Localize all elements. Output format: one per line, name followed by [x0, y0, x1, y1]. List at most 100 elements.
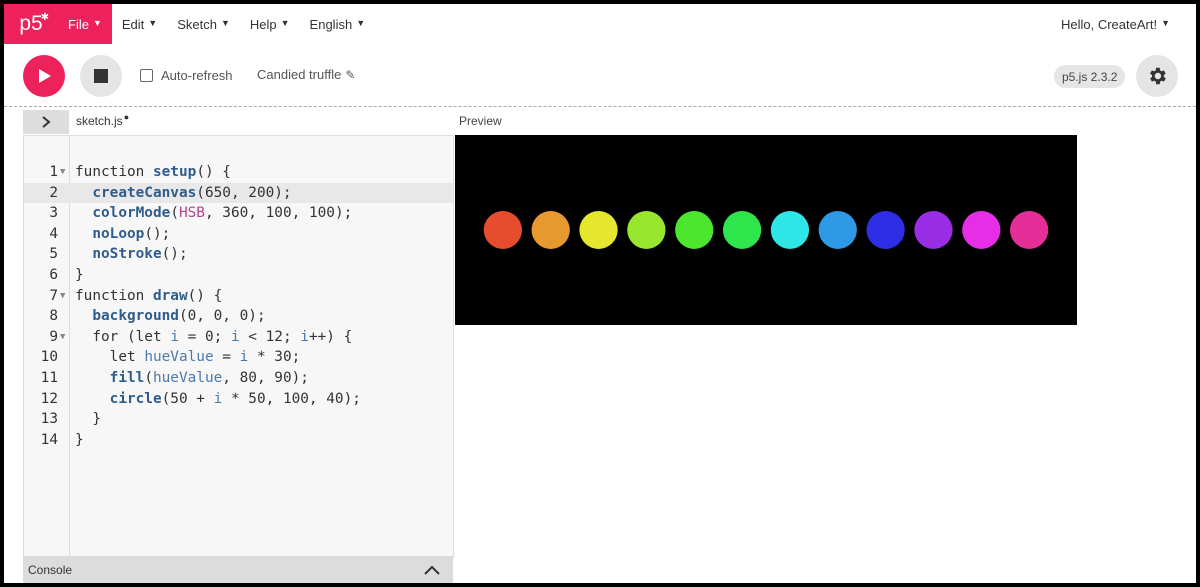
code-text: function draw() {: [75, 286, 222, 307]
sketch-circle: [722, 211, 762, 249]
line-number: 3: [49, 205, 58, 222]
code-token: i: [300, 328, 309, 345]
code-text: }: [75, 409, 101, 430]
menu-help-label: Help: [249, 16, 277, 32]
code-token: * 30;: [248, 349, 301, 366]
code-line[interactable]: 2 createCanvas(650, 200);: [24, 182, 453, 204]
code-text: colorMode(HSB, 360, 100, 100);: [75, 203, 352, 224]
version-text: p5.js 2.3.2: [1062, 69, 1118, 84]
code-token: ++) {: [308, 328, 353, 345]
line-number: 14: [40, 431, 58, 448]
chevron-up-icon[interactable]: [419, 563, 453, 577]
code-token: draw: [152, 287, 188, 304]
code-token: (: [170, 205, 179, 222]
code-text: circle(50 + i * 50, 100, 40);: [75, 389, 361, 410]
code-line[interactable]: 1 ▼ function setup() {: [24, 162, 453, 183]
line-number: 8: [49, 308, 58, 325]
fold-toggle-icon[interactable]: ▼: [60, 162, 65, 183]
console-bar[interactable]: Console: [23, 556, 453, 583]
code-line[interactable]: 9 ▼ for (let i = 0; i < 12; i++) {: [24, 327, 453, 348]
preview-label: Preview: [459, 114, 502, 128]
auto-refresh-toggle[interactable]: Auto-refresh: [140, 68, 233, 83]
code-token: hueValue: [144, 349, 214, 366]
code-editor[interactable]: 1 ▼ function setup() {2 createCanvas(650, …: [23, 135, 454, 558]
fold-toggle-icon[interactable]: ▼: [60, 327, 65, 348]
line-number: 13: [40, 411, 58, 428]
logo-text: p5: [19, 12, 43, 35]
menu-help[interactable]: Help ▼: [240, 4, 300, 44]
auto-refresh-checkbox[interactable]: [140, 69, 153, 82]
stop-button[interactable]: [80, 55, 122, 97]
sketch-circle: [627, 211, 666, 249]
code-token: < 12;: [239, 328, 301, 345]
sketch-circle: [914, 211, 953, 249]
code-text: function setup() {: [75, 162, 231, 183]
code-line[interactable]: 6}: [24, 265, 453, 286]
expand-sidebar-button[interactable]: [23, 110, 69, 134]
code-token: (0, 0, 0);: [178, 308, 266, 325]
code-line[interactable]: 3 colorMode(HSB, 360, 100, 100);: [24, 203, 453, 224]
code-token: ();: [161, 246, 188, 263]
line-number: 7: [49, 287, 58, 304]
code-token: colorMode: [92, 205, 171, 222]
code-token: i: [170, 328, 179, 345]
auto-refresh-label: Auto-refresh: [161, 68, 233, 83]
user-greeting: Hello, CreateArt!: [1060, 16, 1158, 32]
menu-sketch[interactable]: Sketch ▼: [167, 4, 240, 44]
unsaved-indicator: ●: [123, 112, 130, 122]
line-number: 11: [40, 369, 58, 386]
code-token: , 360, 100, 100);: [204, 205, 353, 222]
pencil-icon[interactable]: ✎: [345, 68, 355, 82]
user-menu[interactable]: Hello, CreateArt! ▼: [1051, 4, 1196, 44]
top-nav: p5 ✱ File ▼ Edit ▼ Sketch ▼ Help ▼ Engli…: [4, 4, 1196, 44]
file-tab-sketch[interactable]: sketch.js●: [76, 112, 130, 128]
chevron-down-icon: ▼: [356, 18, 366, 28]
menu-language[interactable]: English ▼: [300, 4, 376, 44]
code-token: * 50, 100, 40);: [222, 390, 361, 407]
code-line[interactable]: 7 ▼ function draw() {: [24, 286, 453, 307]
sketch-circle: [770, 211, 810, 249]
chevron-down-icon: ▼: [1161, 18, 1170, 28]
line-number: 10: [40, 349, 58, 366]
code-token: function: [75, 287, 153, 304]
menu-file[interactable]: File ▼: [58, 4, 112, 44]
p5-logo[interactable]: p5 ✱: [4, 4, 58, 44]
line-number: 4: [49, 225, 58, 242]
code-token: fill: [109, 369, 145, 386]
line-number: 9: [49, 328, 58, 345]
toolbar: Auto-refresh Candied truffle ✎ p5.js 2.3…: [4, 44, 1196, 107]
play-button[interactable]: [23, 55, 65, 97]
code-token: =: [213, 349, 240, 366]
code-line[interactable]: 13 }: [24, 409, 453, 430]
code-line[interactable]: 4 noLoop();: [24, 224, 453, 245]
code-token: () {: [187, 287, 223, 304]
code-line[interactable]: 5 noStroke();: [24, 244, 453, 265]
version-badge[interactable]: p5.js 2.3.2: [1054, 65, 1126, 88]
fold-toggle-icon[interactable]: ▼: [60, 286, 65, 307]
sketch-circle: [579, 211, 618, 249]
chevron-down-icon: ▼: [280, 18, 290, 28]
sketch-circle: [1010, 211, 1049, 249]
code-token: let: [75, 349, 145, 366]
menu-edit[interactable]: Edit ▼: [112, 4, 167, 44]
code-lines[interactable]: 1 ▼ function setup() {2 createCanvas(650, …: [24, 162, 453, 450]
code-token: = 0;: [178, 328, 231, 345]
project-name[interactable]: Candied truffle ✎: [257, 67, 355, 82]
code-line[interactable]: 8 background(0, 0, 0);: [24, 306, 453, 327]
sketch-canvas[interactable]: [455, 135, 1077, 325]
code-token: }: [75, 266, 84, 283]
settings-button[interactable]: [1136, 55, 1178, 97]
line-number: 1: [49, 164, 58, 180]
p5-editor-window: p5 ✱ File ▼ Edit ▼ Sketch ▼ Help ▼ Engli…: [4, 4, 1196, 583]
code-line[interactable]: 14}: [24, 430, 453, 451]
code-line[interactable]: 12 circle(50 + i * 50, 100, 40);: [24, 389, 453, 410]
code-token: for (let: [75, 328, 171, 345]
menu-language-label: English: [309, 16, 353, 32]
file-tab-label: sketch.js: [76, 114, 123, 128]
code-line[interactable]: 10 let hueValue = i * 30;: [24, 347, 453, 368]
code-token: background: [92, 308, 179, 325]
code-line[interactable]: 11 fill(hueValue, 80, 90);: [24, 368, 453, 389]
